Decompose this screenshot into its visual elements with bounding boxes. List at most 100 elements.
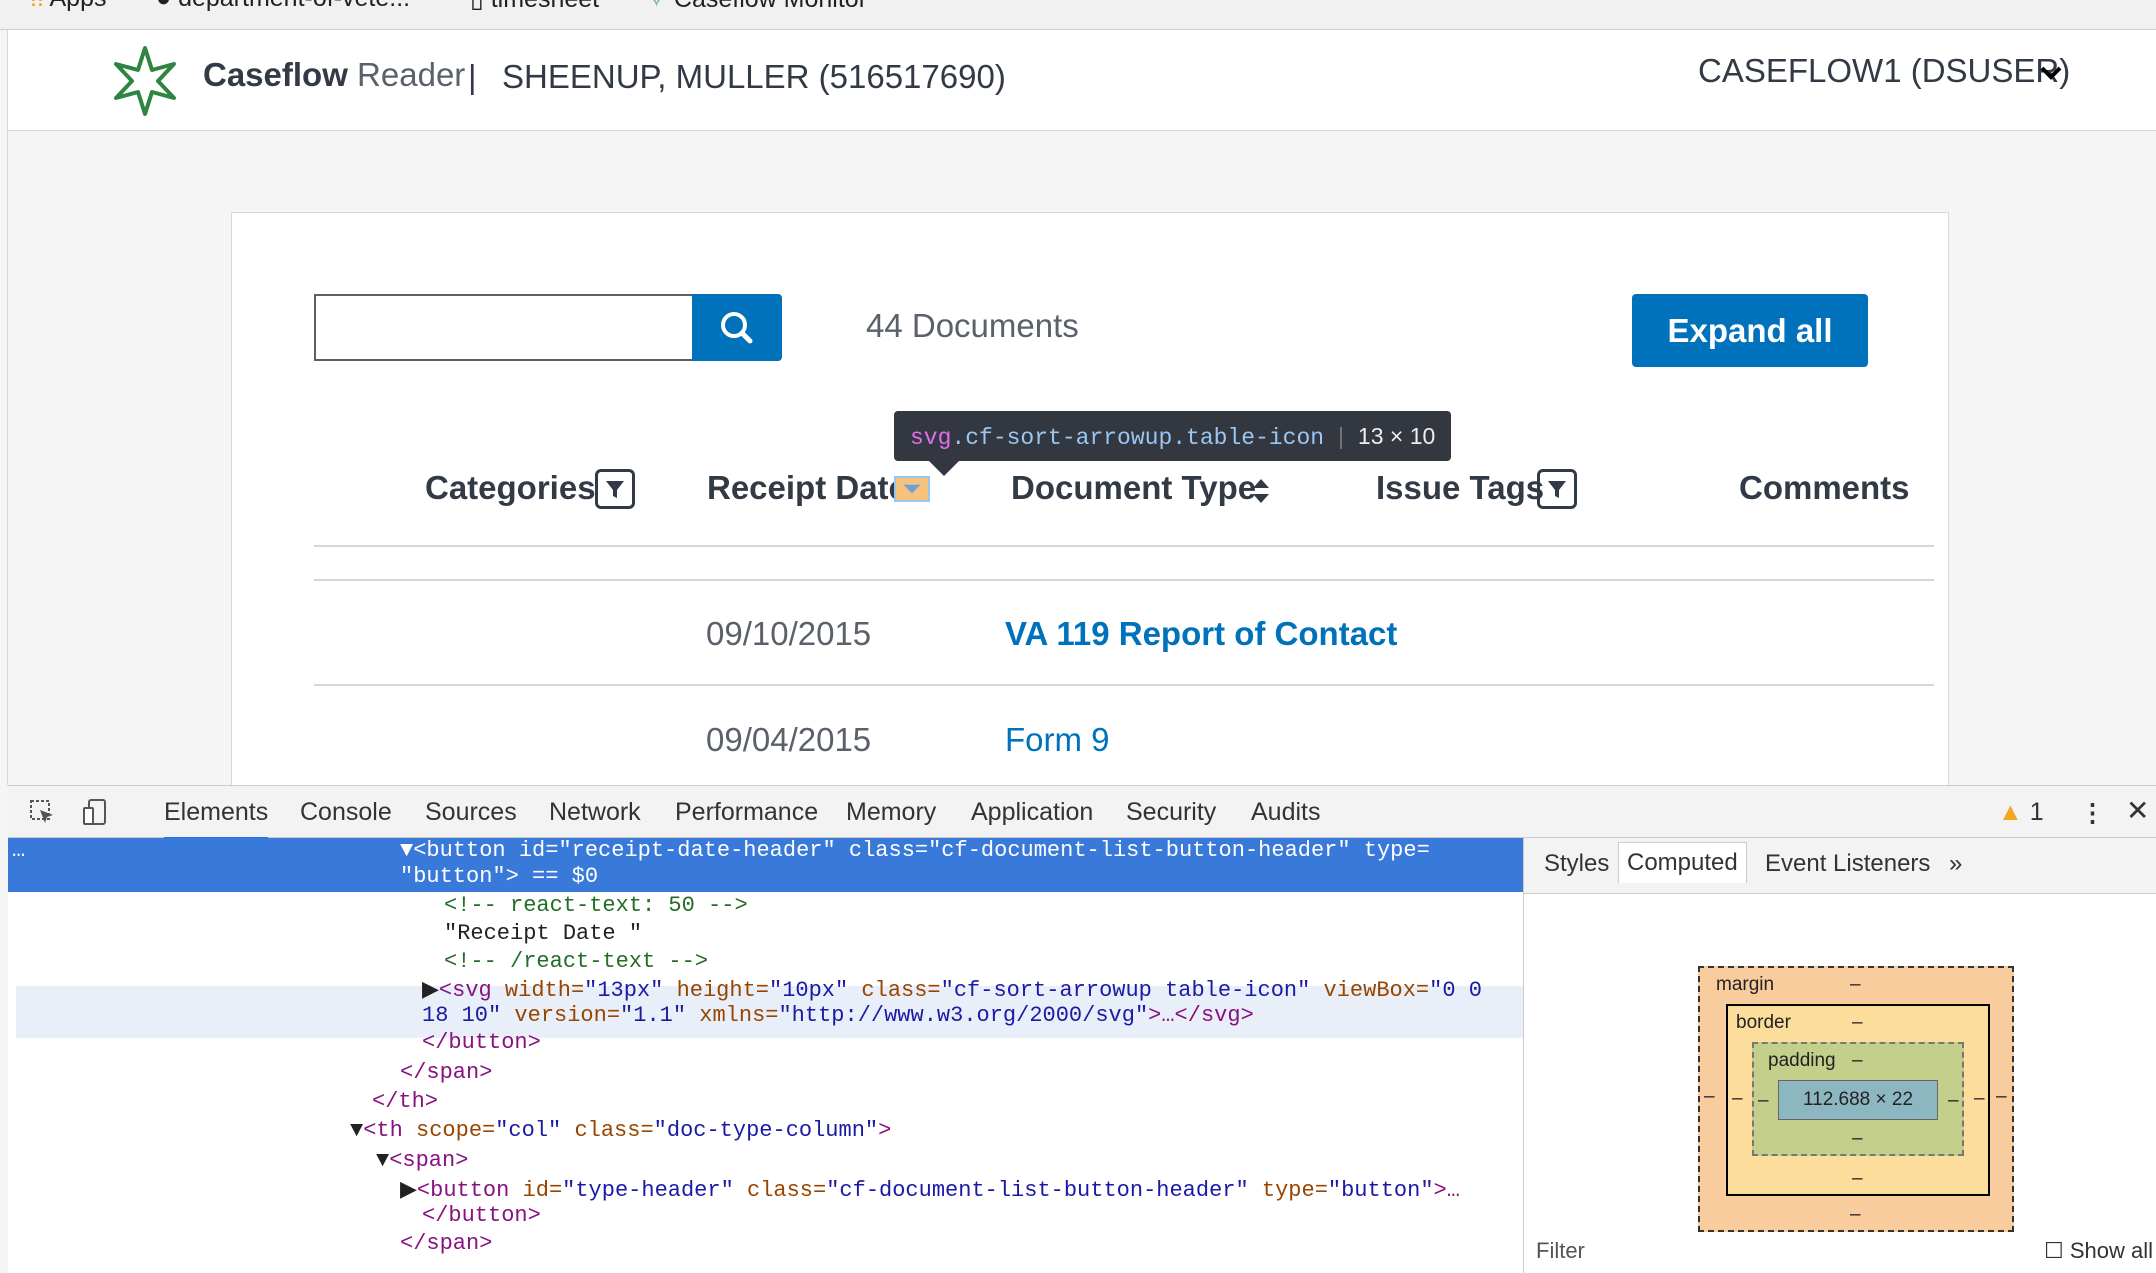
tab-sources[interactable]: Sources	[425, 798, 517, 827]
close-icon[interactable]: ✕	[2126, 794, 2149, 827]
dom-node-selected-button-cont[interactable]: "button"> == $0	[400, 864, 598, 889]
row-document-type-link[interactable]: VA 119 Report of Contact	[1005, 615, 1397, 653]
inspect-element-icon[interactable]	[26, 796, 58, 828]
dom-tree[interactable]: … ▼<button id="receipt-date-header" clas…	[8, 838, 1523, 1273]
search-button[interactable]	[692, 294, 782, 361]
categories-filter-icon[interactable]	[595, 469, 635, 509]
dom-close-span[interactable]: </span>	[400, 1060, 492, 1085]
sort-arrowup-icon[interactable]	[894, 476, 930, 502]
dom-node-type-button[interactable]: ▶<button id="type-header" class="cf-docu…	[400, 1177, 1460, 1203]
column-header-comments: Comments	[1739, 469, 1910, 506]
bookmark-label: Apps	[49, 0, 106, 12]
dom-comment[interactable]: <!-- react-text: 50 -->	[444, 893, 748, 918]
issue-tags-filter-icon[interactable]	[1537, 469, 1577, 509]
apps-bookmark[interactable]: ⁞⁞ Apps	[30, 0, 106, 13]
tooltip-dimensions: 13 × 10	[1357, 423, 1436, 449]
margin-left-value: –	[1704, 1086, 1715, 1107]
row-receipt-date: 09/04/2015	[706, 721, 872, 758]
dom-comment[interactable]: <!-- /react-text -->	[444, 949, 708, 974]
warnings-indicator[interactable]: ▲ 1	[1998, 798, 2044, 827]
computed-filter-input[interactable]: Filter	[1536, 1238, 1585, 1264]
veteran-name: SHEENUP, MULLER (516517690)	[502, 58, 1006, 95]
box-model-border[interactable]: border – – – – padding – – – – 112.688 ×…	[1726, 1004, 1990, 1196]
tooltip-classes: .cf-sort-arrowup.table-icon	[951, 425, 1325, 451]
more-options-icon[interactable]: ⋮	[2080, 798, 2105, 828]
dom-close-button[interactable]: </button>	[422, 1030, 541, 1055]
app-name-bold: Caseflow	[203, 56, 348, 93]
bookmark-timesheet[interactable]: ▯ timesheet	[470, 0, 599, 14]
dom-node-selected-button[interactable]: ▼<button id="receipt-date-header" class=…	[400, 838, 1430, 863]
github-icon: ●	[156, 0, 171, 12]
sidebar-tabs: Styles Computed Event Listeners »	[1524, 838, 2156, 894]
window-edge	[0, 30, 8, 785]
caseflow-logo-icon[interactable]	[108, 44, 182, 118]
tab-styles[interactable]: Styles	[1544, 850, 1609, 878]
column-header-receipt-date[interactable]: Receipt Date	[707, 469, 907, 507]
tab-network[interactable]: Network	[549, 798, 641, 827]
tab-audits[interactable]: Audits	[1251, 798, 1320, 827]
column-header-document-type[interactable]: Document Type	[1011, 469, 1256, 507]
row-document-type-link[interactable]: Form 9	[1005, 721, 1110, 759]
ellipsis-icon[interactable]: …	[12, 838, 25, 863]
app-name-light: Reader	[357, 56, 466, 93]
caseflow-icon: ✧	[646, 0, 667, 13]
show-all-label: Show all	[2069, 1238, 2154, 1263]
box-model-margin[interactable]: margin – – – – border – – – – padding – …	[1698, 966, 2014, 1232]
devtools-toolbar: Elements Console Sources Network Perform…	[8, 786, 2156, 840]
border-top-value: –	[1852, 1012, 1863, 1033]
padding-top-value: –	[1852, 1050, 1863, 1071]
padding-label: padding	[1768, 1050, 1836, 1071]
app-header: Caseflow Reader | SHEENUP, MULLER (51651…	[8, 30, 2156, 131]
expand-all-button[interactable]: Expand all	[1632, 294, 1868, 367]
tab-computed[interactable]: Computed	[1618, 842, 1747, 883]
tab-elements[interactable]: Elements	[164, 798, 269, 840]
dom-close-span[interactable]: </span>	[400, 1231, 492, 1256]
margin-top-value: –	[1850, 974, 1861, 995]
dom-node-span[interactable]: ▼<span>	[376, 1148, 468, 1173]
search-icon	[721, 312, 753, 344]
border-label: border	[1736, 1012, 1791, 1033]
tab-console[interactable]: Console	[300, 798, 392, 827]
chevron-down-icon[interactable]	[2036, 52, 2066, 92]
margin-bottom-value: –	[1850, 1204, 1861, 1225]
document-count: 44 Documents	[866, 307, 1079, 344]
more-tabs-icon[interactable]: »	[1949, 850, 1962, 878]
dom-text-node[interactable]: "Receipt Date "	[444, 921, 642, 946]
warning-icon: ▲	[1998, 798, 2023, 826]
padding-bottom-value: –	[1852, 1128, 1863, 1149]
documents-card: 44 Documents Expand all Categories Recei…	[231, 212, 1949, 792]
apps-grid-icon: ⁞⁞	[30, 0, 44, 12]
app-name[interactable]: Caseflow Reader	[203, 56, 465, 94]
bookmark-department-of-vete[interactable]: ● department-of-vete...	[156, 0, 410, 13]
dom-node-th[interactable]: ▼<th scope="col" class="doc-type-column"…	[350, 1118, 891, 1143]
sort-arrows-icon[interactable]	[1250, 476, 1272, 506]
dom-node-svg[interactable]: ▶<svg width="13px" height="10px" class="…	[422, 977, 1482, 1003]
tab-event-listeners[interactable]: Event Listeners	[1765, 850, 1930, 878]
margin-label: margin	[1716, 974, 1775, 995]
bookmark-caseflow-monitor[interactable]: ✧ Caseflow Monitor	[646, 0, 867, 14]
box-model-padding[interactable]: padding – – – – 112.688 × 22	[1752, 1042, 1964, 1156]
inspector-tooltip: svg.cf-sort-arrowup.table-icon | 13 × 10	[894, 411, 1452, 461]
user-menu-label[interactable]: CASEFLOW1 (DSUSER)	[1698, 52, 2070, 90]
padding-left-value: –	[1758, 1090, 1769, 1111]
tab-application[interactable]: Application	[971, 798, 1093, 827]
border-right-value: –	[1974, 1088, 1985, 1109]
checkbox-icon: ☐	[2044, 1238, 2064, 1263]
box-model-content[interactable]: 112.688 × 22	[1778, 1080, 1938, 1120]
warning-count: 1	[2029, 798, 2044, 826]
border-bottom-value: –	[1852, 1168, 1863, 1189]
column-header-issue-tags: Issue Tags	[1376, 469, 1545, 506]
dom-close-button[interactable]: </button>	[422, 1203, 541, 1228]
bookmark-label: timesheet	[491, 0, 599, 13]
row-receipt-date: 09/10/2015	[706, 615, 872, 652]
tab-performance[interactable]: Performance	[675, 798, 818, 827]
dom-close-th[interactable]: </th>	[372, 1089, 438, 1114]
header-separator: |	[468, 58, 477, 95]
tab-memory[interactable]: Memory	[846, 798, 936, 827]
show-all-checkbox[interactable]: ☐ Show all	[2044, 1238, 2153, 1264]
device-toolbar-icon[interactable]	[80, 796, 112, 828]
search-input[interactable]	[314, 294, 694, 361]
dom-node-svg-cont[interactable]: 18 10" version="1.1" xmlns="http://www.w…	[422, 1003, 1254, 1028]
border-left-value: –	[1732, 1088, 1743, 1109]
tab-security[interactable]: Security	[1126, 798, 1216, 827]
